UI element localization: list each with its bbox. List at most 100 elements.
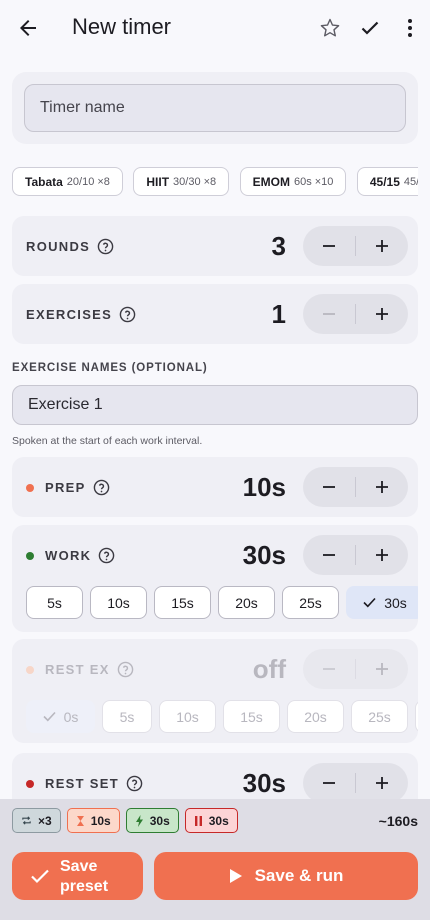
rounds-row: ROUNDS 3 (12, 216, 418, 276)
bottom-action-bar: ×3 10s 30s 30s ~160s Save preset Save & … (0, 799, 430, 920)
increment-button[interactable] (356, 535, 408, 575)
prep-row: PREP 10s (12, 457, 418, 517)
rest-ex-stepper (303, 649, 408, 689)
exercise-name-input[interactable]: Exercise 1 (12, 385, 418, 425)
rest-ex-label-group: REST EX (26, 661, 134, 678)
decrement-button[interactable] (303, 763, 355, 803)
work-label: WORK (45, 548, 92, 563)
work-quick-chips: 5s 10s 15s 20s 25s 30s (26, 586, 418, 620)
preset-chip-45-15[interactable]: 45/1545/15 (356, 167, 418, 196)
minus-icon (323, 554, 335, 556)
save-preset-button[interactable]: Save preset (12, 852, 143, 900)
preset-detail: 45/15 (403, 175, 418, 188)
rest-set-value: 30s (242, 768, 286, 798)
summary-rounds-value: ×3 (38, 813, 52, 828)
save-and-run-button[interactable]: Save & run (154, 852, 418, 900)
hourglass-icon (76, 815, 84, 826)
help-icon[interactable] (97, 238, 114, 255)
save-preset-label: Save preset (60, 858, 109, 895)
minus-icon (323, 313, 335, 315)
help-icon[interactable] (126, 775, 143, 792)
help-icon[interactable] (93, 479, 110, 496)
rest-ex-quick-chips: 0s 5s 10s 15s 20s 25s (26, 700, 418, 734)
plus-icon (376, 308, 388, 320)
total-duration: ~160s (378, 813, 418, 829)
quick-chip[interactable]: 20s (287, 700, 344, 733)
increment-button[interactable] (356, 763, 408, 803)
rest-ex-value: off (252, 654, 286, 684)
plus-icon (376, 549, 388, 561)
decrement-button[interactable] (303, 535, 355, 575)
preset-chip-tabata[interactable]: Tabata 20/10 ×8 (12, 167, 123, 196)
quick-chip[interactable]: 25s (351, 700, 408, 733)
plus-icon (376, 777, 388, 789)
work-value: 30s (242, 540, 286, 570)
decrement-button[interactable] (303, 467, 355, 507)
quick-chip-selected[interactable]: 0s (26, 700, 95, 733)
check-icon (31, 869, 49, 884)
rounds-label-group: ROUNDS (26, 238, 114, 255)
back-arrow-icon[interactable] (16, 16, 40, 40)
increment-button[interactable] (356, 467, 408, 507)
prep-stepper (303, 467, 408, 507)
quick-chip[interactable]: 5s (102, 700, 152, 733)
help-icon[interactable] (119, 306, 136, 323)
quick-chip[interactable]: 25s (282, 586, 339, 619)
minus-icon (323, 782, 335, 784)
rest-ex-label: REST EX (45, 662, 110, 677)
plus-icon (376, 240, 388, 252)
decrement-button[interactable] (303, 649, 355, 689)
more-vert-icon[interactable] (398, 16, 422, 40)
check-icon (43, 711, 56, 722)
check-icon[interactable] (358, 16, 382, 40)
check-icon (363, 597, 376, 608)
play-icon (229, 869, 242, 883)
prep-label-group: PREP (26, 479, 110, 496)
decrement-button[interactable] (303, 294, 355, 334)
exercises-row: EXERCISES 1 (12, 284, 418, 344)
preset-chips-row[interactable]: Tabata 20/10 ×8 HIIT 30/30 ×8 EMOM 60s ×10 … (12, 167, 418, 196)
quick-chip-label: 30s (384, 594, 407, 611)
bolt-icon (135, 814, 143, 827)
summary-work-value: 30s (149, 813, 170, 828)
work-color-dot (26, 551, 34, 560)
quick-chip[interactable] (415, 700, 418, 733)
rest-set-color-dot (26, 779, 34, 788)
plus-icon (376, 663, 388, 675)
summary-prep: 10s (66, 808, 120, 833)
preset-chip-emom[interactable]: EMOM 60s ×10 (239, 167, 347, 196)
preset-chip-hiit[interactable]: HIIT 30/30 ×8 (133, 167, 230, 196)
minus-icon (323, 245, 335, 247)
preset-name: 45/15 (369, 174, 400, 189)
increment-button[interactable] (356, 226, 408, 266)
increment-button[interactable] (356, 649, 408, 689)
rest-ex-group: REST EX off 0s 5s 10s 15s 20s 25s (12, 639, 418, 743)
quick-chip[interactable]: 5s (26, 586, 83, 619)
quick-chip[interactable]: 10s (90, 586, 147, 619)
quick-chip[interactable]: 20s (218, 586, 275, 619)
top-app-bar: New timer (0, 0, 430, 56)
quick-chip-selected[interactable]: 30s (346, 586, 418, 619)
decrement-button[interactable] (303, 226, 355, 266)
help-icon[interactable] (117, 661, 134, 678)
preset-name: EMOM (252, 174, 290, 189)
save-and-run-label: Save & run (254, 866, 344, 885)
work-label-group: WORK (26, 547, 115, 564)
quick-chip[interactable]: 15s (154, 586, 211, 619)
prep-value: 10s (242, 472, 286, 502)
quick-chip-label: 0s (63, 708, 79, 725)
help-icon[interactable] (98, 547, 115, 564)
quick-chip[interactable]: 10s (159, 700, 216, 733)
timer-name-input[interactable]: Timer name (24, 84, 406, 132)
rest-set-label-group: REST SET (26, 775, 143, 792)
rounds-stepper (303, 226, 408, 266)
rest-ex-color-dot (26, 665, 34, 674)
star-icon[interactable] (318, 16, 342, 40)
quick-chip[interactable]: 15s (223, 700, 280, 733)
summary-rounds: ×3 (12, 808, 61, 833)
preset-name: Tabata (25, 174, 63, 189)
minus-icon (323, 668, 335, 670)
timer-name-card: Timer name (12, 72, 418, 144)
work-group: WORK 30s 5s 10s 15s 20s 25s 30s (12, 525, 418, 632)
increment-button[interactable] (356, 294, 408, 334)
